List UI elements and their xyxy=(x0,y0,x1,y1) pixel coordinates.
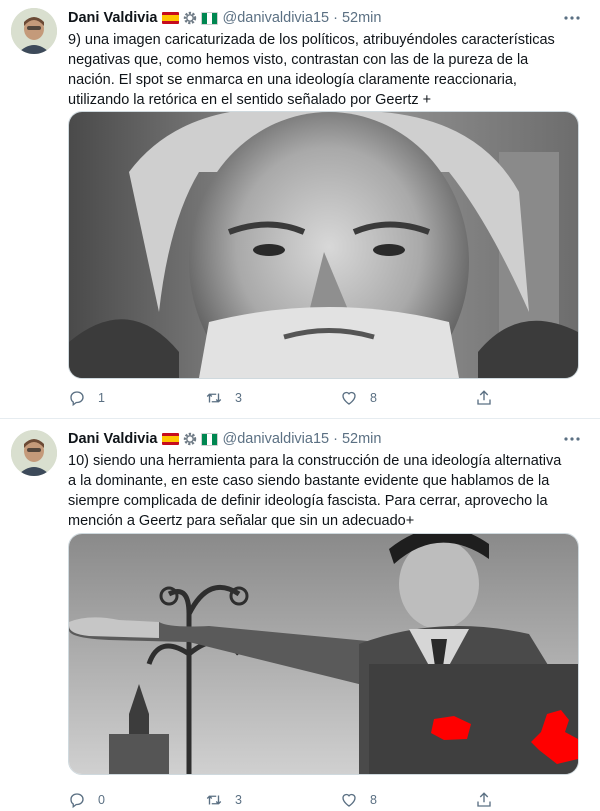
avatar-image xyxy=(11,430,57,476)
reply-button[interactable]: 1 xyxy=(68,389,105,407)
profile-badges xyxy=(162,10,219,26)
retweet-button[interactable]: 3 xyxy=(205,389,242,407)
tweet[interactable]: Dani Valdivia @danivaldivia15 · 52min 10… xyxy=(0,419,600,809)
like-count: 8 xyxy=(370,793,377,807)
gear-icon xyxy=(184,432,197,446)
reply-count: 0 xyxy=(98,793,105,807)
tweet-actions: 0 3 8 xyxy=(68,791,498,811)
spain-flag-icon xyxy=(162,433,180,445)
author-handle[interactable]: @danivaldivia15 xyxy=(222,431,329,447)
timestamp[interactable]: 52min xyxy=(342,431,382,447)
author-name[interactable]: Dani Valdivia xyxy=(68,10,157,26)
nigeria-flag-icon xyxy=(201,11,219,25)
reply-icon xyxy=(70,793,84,809)
heart-icon xyxy=(342,391,356,405)
share-icon[interactable] xyxy=(475,389,493,407)
reply-button[interactable]: 0 xyxy=(68,791,105,809)
timestamp[interactable]: 52min xyxy=(342,10,382,26)
reply-count: 1 xyxy=(98,391,105,405)
author-name[interactable]: Dani Valdivia xyxy=(68,431,157,447)
more-icon[interactable] xyxy=(562,8,582,28)
share-icon[interactable] xyxy=(475,791,493,809)
separator-dot: · xyxy=(333,431,338,447)
tweet-header: Dani Valdivia @danivaldivia15 · 52min xyxy=(68,8,381,28)
author-handle[interactable]: @danivaldivia15 xyxy=(222,10,329,26)
avatar-image xyxy=(11,8,57,54)
avatar[interactable] xyxy=(11,430,57,476)
reply-icon xyxy=(70,391,84,407)
retweet-count: 3 xyxy=(235,391,242,405)
spain-flag-icon xyxy=(162,12,180,24)
profile-badges xyxy=(162,431,219,447)
like-button[interactable]: 8 xyxy=(340,791,377,809)
tweet-media[interactable] xyxy=(68,533,579,775)
tweet-actions: 1 3 8 xyxy=(68,389,498,409)
tweet-text: 9) una imagen caricaturizada de los polí… xyxy=(68,32,555,108)
heart-icon xyxy=(342,793,356,807)
tweet-text: 10) siendo una herramienta para la const… xyxy=(68,453,562,529)
avatar[interactable] xyxy=(11,8,57,54)
retweet-button[interactable]: 3 xyxy=(205,791,242,809)
like-button[interactable]: 8 xyxy=(340,389,377,407)
tweet-media[interactable] xyxy=(68,111,579,379)
separator-dot: · xyxy=(333,10,338,26)
retweet-icon xyxy=(206,795,222,805)
retweet-count: 3 xyxy=(235,793,242,807)
portrait-photo xyxy=(69,112,578,378)
more-icon[interactable] xyxy=(562,429,582,449)
historical-photo xyxy=(69,534,578,774)
retweet-icon xyxy=(206,393,222,403)
nigeria-flag-icon xyxy=(201,432,219,446)
like-count: 8 xyxy=(370,391,377,405)
gear-icon xyxy=(184,11,197,25)
tweet[interactable]: Dani Valdivia @danivaldivia15 · 52min 9)… xyxy=(0,0,600,419)
tweet-header: Dani Valdivia @danivaldivia15 · 52min xyxy=(68,429,381,449)
